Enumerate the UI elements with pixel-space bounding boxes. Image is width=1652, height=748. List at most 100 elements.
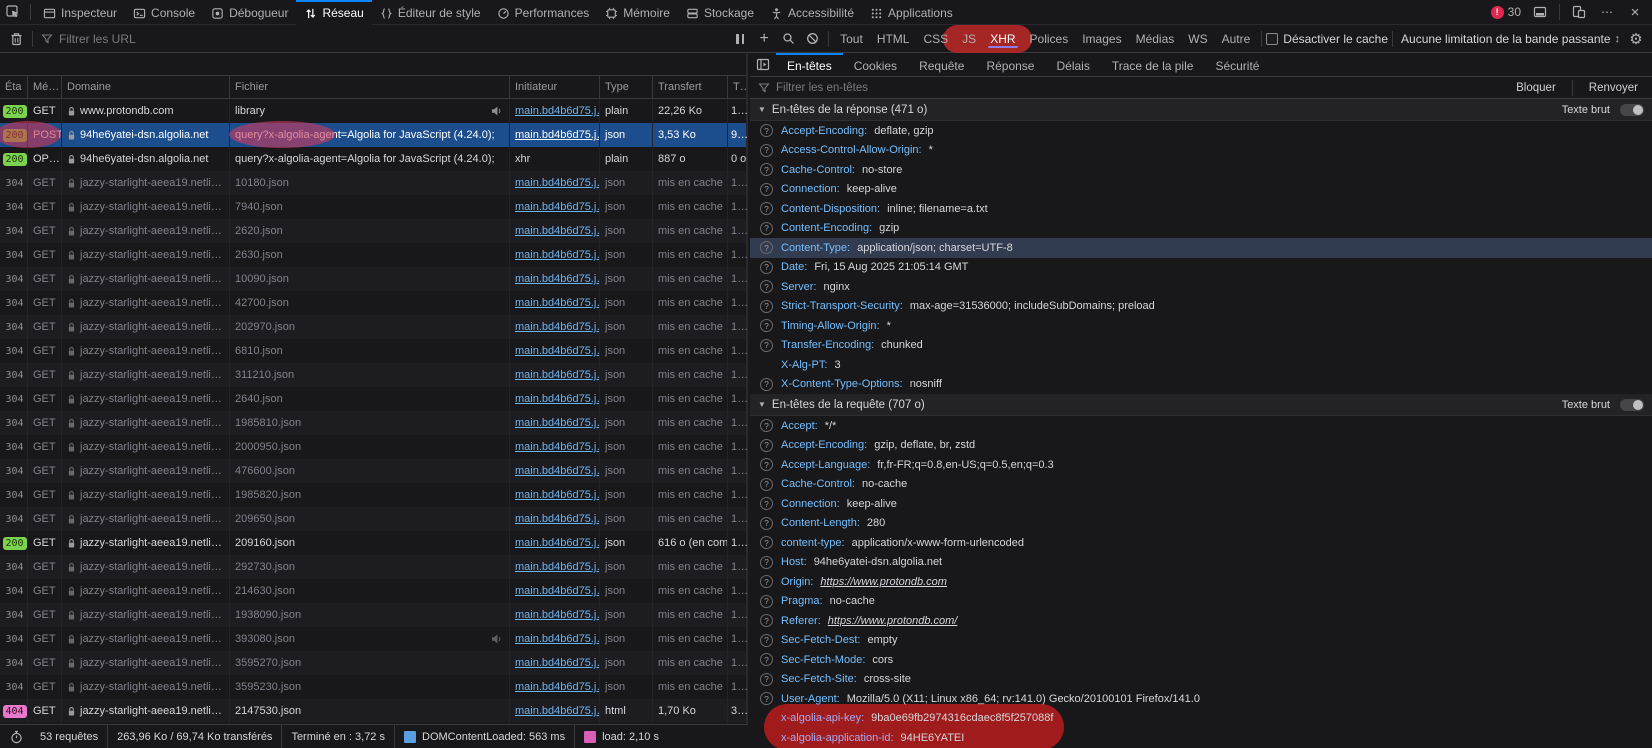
request-row[interactable]: 304 GET jazzy-starlight-aeea19.netli… 47…: [0, 459, 746, 483]
header-row[interactable]: ? Referer https://www.protondb.com/: [750, 611, 1652, 631]
initiator-link[interactable]: main.bd4b6d75.j…: [515, 393, 599, 405]
response-headers-section-header[interactable]: ▼ En-têtes de la réponse (471 o) Texte b…: [750, 99, 1652, 121]
responsive-mode-button[interactable]: [1566, 0, 1592, 24]
help-icon[interactable]: ?: [760, 222, 773, 235]
type-filter-button[interactable]: Images: [1075, 29, 1128, 49]
header-row[interactable]: ? x-algolia-application-id 94HE6YATEI: [750, 728, 1652, 748]
initiator-link[interactable]: main.bd4b6d75.j…: [515, 465, 599, 477]
header-row[interactable]: ? Timing-Allow-Origin *: [750, 316, 1652, 336]
request-headers-section-header[interactable]: ▼ En-têtes de la requête (707 o) Texte b…: [750, 394, 1652, 416]
tab-applications[interactable]: Applications: [862, 0, 961, 25]
request-row[interactable]: 304 GET jazzy-starlight-aeea19.netli… 19…: [0, 483, 746, 507]
initiator-link[interactable]: main.bd4b6d75.j…: [515, 201, 599, 213]
headers-filter-input[interactable]: Filtrer les en-têtes: [776, 82, 868, 94]
initiator-link[interactable]: main.bd4b6d75.j…: [515, 297, 599, 309]
column-header[interactable]: Mé…: [28, 76, 62, 98]
help-icon[interactable]: ?: [760, 458, 773, 471]
initiator-link[interactable]: main.bd4b6d75.j…: [515, 105, 599, 117]
block-button[interactable]: Bloquer: [1510, 82, 1562, 94]
header-row[interactable]: ? Content-Length 280: [750, 514, 1652, 534]
header-row[interactable]: ? Accept-Language fr,fr-FR;q=0.8,en-US;q…: [750, 455, 1652, 475]
help-icon[interactable]: ?: [760, 280, 773, 293]
header-row[interactable]: ? Connection keep-alive: [750, 180, 1652, 200]
disable-cache-checkbox[interactable]: Désactiver le cache: [1266, 32, 1388, 46]
toggle-details-pane-button[interactable]: [750, 53, 776, 76]
header-row[interactable]: ? content-type application/x-www-form-ur…: [750, 533, 1652, 553]
initiator-link[interactable]: main.bd4b6d75.j…: [515, 609, 599, 621]
search-button[interactable]: [776, 27, 800, 51]
help-icon[interactable]: ?: [760, 261, 773, 274]
tab-debogueur[interactable]: Débogueur: [203, 0, 296, 25]
request-row[interactable]: 304 GET jazzy-starlight-aeea19.netli… 79…: [0, 195, 746, 219]
throttling-select[interactable]: Aucune limitation de la bande passante ↕: [1397, 32, 1624, 46]
initiator-link[interactable]: main.bd4b6d75.j…: [515, 345, 599, 357]
details-tab[interactable]: Requête: [908, 53, 975, 76]
clear-requests-button[interactable]: [4, 27, 28, 51]
request-row[interactable]: 304 GET jazzy-starlight-aeea19.netli… 20…: [0, 435, 746, 459]
pick-element-button[interactable]: [0, 0, 26, 24]
header-row[interactable]: ? Access-Control-Allow-Origin *: [750, 141, 1652, 161]
performance-analysis-button[interactable]: [0, 730, 31, 744]
block-url-button[interactable]: [800, 27, 824, 51]
initiator-link[interactable]: main.bd4b6d75.j…: [515, 225, 599, 237]
help-icon[interactable]: ?: [760, 556, 773, 569]
tab-memoire[interactable]: Mémoire: [597, 0, 678, 25]
type-filter-button[interactable]: Tout: [833, 29, 870, 49]
request-row[interactable]: 304 GET jazzy-starlight-aeea19.netli… 19…: [0, 411, 746, 435]
column-header[interactable]: Fichier: [230, 76, 510, 98]
help-icon[interactable]: ?: [760, 517, 773, 530]
request-row[interactable]: 304 GET jazzy-starlight-aeea19.netli… 26…: [0, 243, 746, 267]
help-icon[interactable]: ?: [760, 575, 773, 588]
header-row[interactable]: ? Strict-Transport-Security max-age=3153…: [750, 297, 1652, 317]
details-tab[interactable]: Délais: [1045, 53, 1100, 76]
initiator-link[interactable]: main.bd4b6d75.j…: [515, 249, 599, 261]
initiator-link[interactable]: main.bd4b6d75.j…: [515, 513, 599, 525]
url-filter-input[interactable]: Filtrer les URL: [37, 32, 728, 46]
header-row[interactable]: ? x-algolia-api-key 9ba0e69fb2974316cdae…: [750, 709, 1652, 729]
initiator-link[interactable]: main.bd4b6d75.j…: [515, 681, 599, 693]
tab-accessibilite[interactable]: Accessibilité: [762, 0, 862, 25]
tab-inspecteur[interactable]: Inspecteur: [35, 0, 125, 25]
initiator-link[interactable]: main.bd4b6d75.j…: [515, 489, 599, 501]
initiator-link[interactable]: main.bd4b6d75.j…: [515, 369, 599, 381]
header-row[interactable]: ? Pragma no-cache: [750, 592, 1652, 612]
split-console-button[interactable]: [1527, 0, 1553, 24]
header-row[interactable]: ? Transfer-Encoding chunked: [750, 336, 1652, 356]
resend-button[interactable]: Renvoyer: [1583, 82, 1644, 94]
header-row[interactable]: ? User-Agent Mozilla/5.0 (X11; Linux x86…: [750, 689, 1652, 709]
help-icon[interactable]: ?: [760, 536, 773, 549]
header-row[interactable]: ? Sec-Fetch-Dest empty: [750, 631, 1652, 651]
help-icon[interactable]: ?: [760, 653, 773, 666]
column-header[interactable]: Domaine: [62, 76, 230, 98]
help-icon[interactable]: ?: [760, 673, 773, 686]
initiator-link[interactable]: main.bd4b6d75.j…: [515, 561, 599, 573]
column-header[interactable]: T…: [728, 76, 748, 98]
help-icon[interactable]: ?: [760, 378, 773, 391]
column-header[interactable]: Transfert: [653, 76, 728, 98]
request-row[interactable]: 304 GET jazzy-starlight-aeea19.netli… 26…: [0, 387, 746, 411]
type-filter-button[interactable]: XHR: [983, 29, 1022, 49]
header-row[interactable]: ? Accept-Encoding deflate, gzip: [750, 121, 1652, 141]
help-icon[interactable]: ?: [760, 183, 773, 196]
request-row[interactable]: 200 OP… 94he6yatei-dsn.algolia.net query…: [0, 147, 746, 171]
header-row[interactable]: ? X-Alg-PT 3: [750, 355, 1652, 375]
type-filter-button[interactable]: HTML: [870, 29, 917, 49]
help-icon[interactable]: ?: [760, 497, 773, 510]
request-row[interactable]: 200 GET www.protondb.com library main.bd…: [0, 99, 746, 123]
new-request-button[interactable]: +: [752, 27, 776, 51]
header-row[interactable]: ? Date Fri, 15 Aug 2025 21:05:14 GMT: [750, 258, 1652, 278]
raw-toggle-switch[interactable]: [1620, 104, 1644, 116]
details-tab[interactable]: Cookies: [843, 53, 908, 76]
request-row[interactable]: 304 GET jazzy-starlight-aeea19.netli… 20…: [0, 315, 746, 339]
initiator-link[interactable]: main.bd4b6d75.j…: [515, 417, 599, 429]
header-row[interactable]: ? Cache-Control no-cache: [750, 475, 1652, 495]
request-row[interactable]: 200 GET jazzy-starlight-aeea19.netli… 20…: [0, 531, 746, 555]
details-tab[interactable]: En-têtes: [776, 53, 843, 76]
request-row[interactable]: 304 GET jazzy-starlight-aeea19.netli… 10…: [0, 267, 746, 291]
help-icon[interactable]: ?: [760, 202, 773, 215]
help-icon[interactable]: ?: [760, 478, 773, 491]
type-filter-button[interactable]: WS: [1181, 29, 1214, 49]
type-filter-button[interactable]: Autre: [1215, 29, 1258, 49]
har-settings-button[interactable]: ⚙: [1624, 27, 1648, 51]
initiator-link[interactable]: main.bd4b6d75.j…: [515, 657, 599, 669]
